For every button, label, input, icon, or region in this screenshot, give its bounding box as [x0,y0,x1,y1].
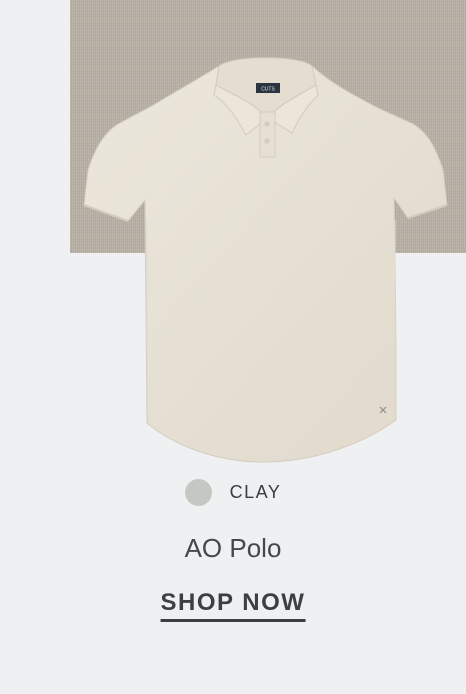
shop-now-button[interactable]: SHOP NOW [160,589,306,622]
color-swatch-clay[interactable] [184,478,212,506]
shirt-placket [259,111,276,158]
brand-tag-text: CUTS [261,87,275,93]
product-name[interactable]: AO Polo [0,533,466,564]
color-name: CLAY [229,481,282,502]
product-image[interactable]: CUTS [0,0,466,470]
color-selector: CLAY [0,478,466,506]
